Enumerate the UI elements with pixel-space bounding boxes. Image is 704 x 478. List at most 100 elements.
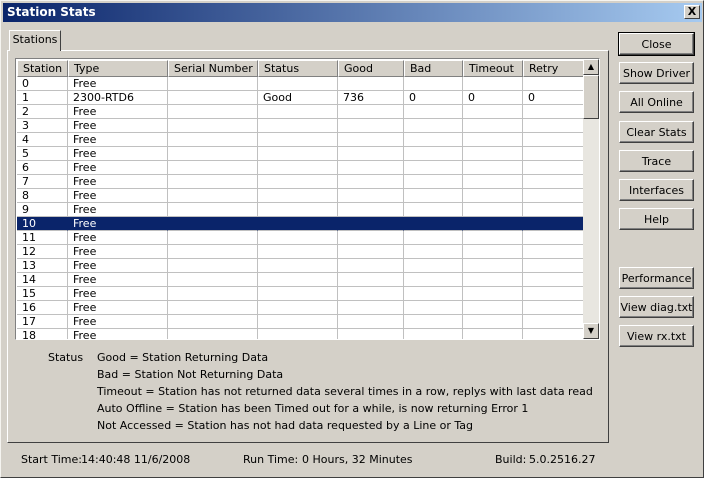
scroll-down-button[interactable]: ▼ [583,323,599,339]
cell-good [338,217,404,231]
all-online-button[interactable]: All Online [619,91,694,113]
table-row[interactable]: 9 Free [17,203,584,217]
cell-status [258,203,338,217]
cell-status [258,77,338,91]
cell-timeout [463,217,523,231]
stations-list-viewport: Station Type Serial Number Status Good B… [17,60,584,339]
cell-station: 17 [17,315,68,329]
cell-serial-number [168,217,258,231]
view-rx-button[interactable]: View rx.txt [619,325,694,347]
cell-timeout [463,105,523,119]
table-row[interactable]: 2 Free [17,105,584,119]
table-row[interactable]: 7 Free [17,175,584,189]
cell-bad [404,231,463,245]
cell-retry [523,161,584,175]
cell-type: 2300-RTD6 [68,91,168,105]
column-header-retry[interactable]: Retry [523,60,584,77]
table-row[interactable]: 18 Free [17,329,584,339]
table-row[interactable]: 5 Free [17,147,584,161]
scrollbar-thumb[interactable] [583,75,599,119]
cell-status [258,329,338,339]
cell-status [258,273,338,287]
cell-bad [404,315,463,329]
table-row[interactable]: 6 Free [17,161,584,175]
cell-good [338,259,404,273]
table-row[interactable]: 11 Free [17,231,584,245]
cell-bad: 0 [404,91,463,105]
table-row[interactable]: 12 Free [17,245,584,259]
cell-serial-number [168,231,258,245]
cell-type: Free [68,203,168,217]
column-header-serial-number[interactable]: Serial Number [168,60,258,77]
table-row[interactable]: 14 Free [17,273,584,287]
cell-station: 5 [17,147,68,161]
window-title: Station Stats [7,5,96,19]
table-row[interactable]: 3 Free [17,119,584,133]
cell-station: 1 [17,91,68,105]
cell-serial-number [168,91,258,105]
column-header-type[interactable]: Type [68,60,168,77]
build-value: 5.0.2516.27 [529,453,596,466]
status-bar: Start Time: 14:40:48 11/6/2008 Run Time:… [1,453,704,467]
cell-type: Free [68,231,168,245]
cell-type: Free [68,329,168,339]
column-header-good[interactable]: Good [338,60,404,77]
cell-good [338,231,404,245]
scroll-up-button[interactable]: ▲ [583,59,599,75]
start-time-value: 14:40:48 11/6/2008 [81,453,191,466]
cell-timeout [463,287,523,301]
cell-timeout [463,329,523,339]
column-header-status[interactable]: Status [258,60,338,77]
tab-stations[interactable]: Stations [9,30,61,51]
cell-serial-number [168,329,258,339]
cell-station: 15 [17,287,68,301]
cell-retry [523,147,584,161]
cell-station: 9 [17,203,68,217]
station-stats-window: Station Stats X Stations Station Type Se… [0,0,704,478]
table-row[interactable]: 17 Free [17,315,584,329]
cell-station: 13 [17,259,68,273]
view-diag-button[interactable]: View diag.txt [619,296,694,318]
list-header: Station Type Serial Number Status Good B… [17,60,584,77]
cell-status [258,175,338,189]
table-row[interactable]: 16 Free [17,301,584,315]
cell-bad [404,259,463,273]
cell-status [258,287,338,301]
table-row[interactable]: 1 2300-RTD6 Good 736 0 0 0 [17,91,584,105]
close-window-button[interactable]: X [684,5,700,19]
interfaces-button[interactable]: Interfaces [619,179,694,201]
cell-serial-number [168,245,258,259]
table-row[interactable]: 13 Free [17,259,584,273]
show-driver-button[interactable]: Show Driver [619,62,694,84]
cell-good [338,161,404,175]
legend-line-auto-offline: Auto Offline = Station has been Timed ou… [97,402,529,415]
cell-retry [523,245,584,259]
column-header-station[interactable]: Station [17,60,68,77]
table-row[interactable]: 8 Free [17,189,584,203]
help-button[interactable]: Help [619,208,694,230]
cell-timeout [463,315,523,329]
cell-status [258,119,338,133]
cell-retry [523,301,584,315]
table-row[interactable]: 4 Free [17,133,584,147]
cell-type: Free [68,189,168,203]
cell-timeout [463,273,523,287]
table-row[interactable]: 10 Free [17,217,584,231]
vertical-scrollbar[interactable]: ▲ ▼ [583,59,599,339]
close-button[interactable]: Close [618,32,695,56]
cell-station: 6 [17,161,68,175]
trace-button[interactable]: Trace [619,150,694,172]
cell-retry [523,203,584,217]
cell-bad [404,287,463,301]
column-header-bad[interactable]: Bad [404,60,463,77]
column-header-timeout[interactable]: Timeout [463,60,523,77]
table-row[interactable]: 0 Free [17,77,584,91]
cell-bad [404,175,463,189]
cell-bad [404,119,463,133]
legend-line-bad: Bad = Station Not Returning Data [97,368,284,381]
performance-button[interactable]: Performance [619,267,694,289]
clear-stats-button[interactable]: Clear Stats [619,121,694,143]
table-row[interactable]: 15 Free [17,287,584,301]
stations-list[interactable]: Station Type Serial Number Status Good B… [15,58,600,340]
cell-status [258,245,338,259]
